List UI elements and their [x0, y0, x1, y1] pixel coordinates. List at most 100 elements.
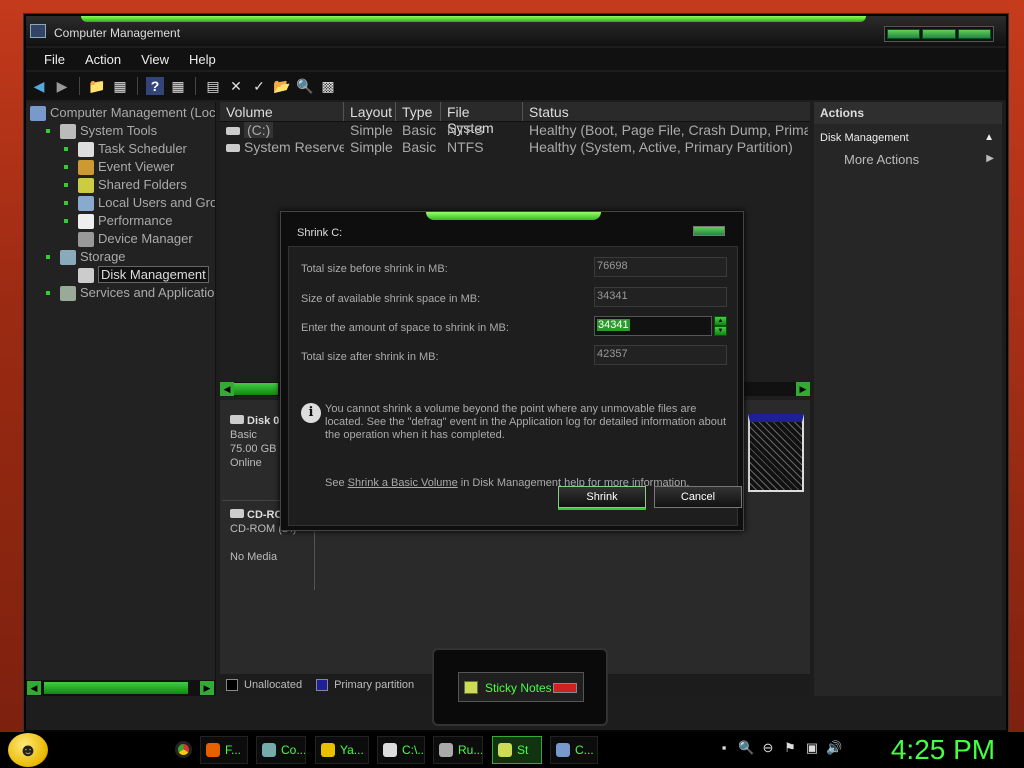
expand-bullet-icon[interactable] [64, 183, 68, 187]
language-icon[interactable]: ▪ [716, 740, 732, 756]
search-icon[interactable]: 🔍 [738, 740, 754, 756]
tree-item[interactable]: Disk Management [26, 266, 215, 284]
tree-item-label: Storage [80, 249, 126, 264]
close-preview-button[interactable] [553, 683, 577, 693]
system-reserved-partition[interactable] [748, 414, 804, 492]
menu-file[interactable]: File [34, 48, 75, 70]
help-icon[interactable]: ? [146, 77, 164, 95]
spin-up-icon[interactable]: ▲ [714, 316, 727, 326]
expand-bullet-icon[interactable] [46, 129, 50, 133]
shrink-help-link[interactable]: Shrink a Basic Volume [348, 477, 458, 489]
expand-bullet-icon[interactable] [46, 291, 50, 295]
table-cell: System Reserved [220, 139, 344, 156]
menu-view[interactable]: View [131, 48, 179, 70]
expand-bullet-icon[interactable] [64, 165, 68, 169]
more-actions[interactable]: More Actions ▶ [814, 144, 1002, 167]
table-row[interactable]: System Reserved Simple Basic NTFS Healthy (S… [220, 139, 810, 156]
expand-bullet-icon[interactable] [64, 219, 68, 223]
tree-item-label: Event Viewer [98, 159, 175, 174]
taskbar-button[interactable]: C:\... [377, 736, 425, 764]
taskbar-button[interactable]: Ru... [433, 736, 483, 764]
taskbar-button-label: St [517, 743, 529, 757]
sticky-notes-thumbnail[interactable]: Sticky Notes [458, 672, 584, 702]
menu-help[interactable]: Help [179, 48, 226, 70]
shrink-amount-label: Enter the amount of space to shrink in M… [301, 322, 509, 334]
expand-bullet-icon[interactable] [46, 255, 50, 259]
divider [314, 530, 315, 590]
spin-down-icon[interactable]: ▼ [714, 326, 727, 336]
taskbar-button[interactable]: Ya... [315, 736, 369, 764]
help-prefix: See [325, 477, 348, 489]
scroll-thumb[interactable] [44, 682, 188, 694]
properties-icon[interactable]: ▦ [169, 77, 187, 95]
cdrom-status: No Media [230, 551, 278, 563]
cdrom-icon [230, 509, 244, 518]
column-type[interactable]: Type [396, 102, 441, 121]
start-button[interactable]: ☻ [8, 733, 48, 767]
title-bar[interactable]: Computer Management [26, 16, 1006, 46]
column-file-system[interactable]: File System [441, 102, 523, 136]
scroll-thumb[interactable] [234, 383, 278, 395]
taskbar-button[interactable]: St [492, 736, 542, 764]
scroll-right-arrow-icon[interactable]: ▶ [796, 382, 810, 396]
actions-disk-management[interactable]: Disk Management ▲ [814, 124, 1002, 144]
table-row[interactable]: (C:) Simple Basic NTFS Healthy (Boot, Page F… [220, 122, 810, 139]
cancel-button[interactable]: Cancel [654, 486, 742, 508]
show-hide-tree-icon[interactable]: ▦ [111, 77, 129, 95]
back-arrow-icon[interactable]: ◀ [30, 77, 48, 95]
tree-item[interactable]: Storage [26, 248, 215, 266]
window-title: Computer Management [54, 26, 181, 40]
volume-icon[interactable]: 🔊 [826, 740, 842, 756]
shrink-button[interactable]: Shrink [558, 486, 646, 508]
flag-icon[interactable]: ⚑ [782, 740, 798, 756]
up-folder-icon[interactable]: 📁 [88, 77, 106, 95]
tree-item[interactable]: Local Users and Grou [26, 194, 215, 212]
clock[interactable]: 4:25 PM [868, 732, 1018, 768]
maximize-button[interactable] [922, 29, 956, 39]
expand-bullet-icon[interactable] [64, 201, 68, 205]
dialog-close-button[interactable] [693, 226, 725, 236]
taskbar-button[interactable]: C... [550, 736, 598, 764]
tree-item[interactable]: Computer Management (Loc [26, 104, 215, 122]
minimize-button[interactable] [887, 29, 921, 39]
forward-arrow-icon[interactable]: ▶ [53, 77, 71, 95]
tree-item[interactable]: Shared Folders [26, 176, 215, 194]
column-volume[interactable]: Volume [220, 102, 344, 121]
expand-bullet-icon[interactable] [64, 147, 68, 151]
check-icon[interactable]: ✓ [250, 77, 268, 95]
tree-item[interactable]: Event Viewer [26, 158, 215, 176]
tree-scrollbar[interactable]: ◀ ▶ [26, 680, 215, 696]
shrink-amount-input[interactable]: 34341 [594, 316, 712, 336]
computer-icon [262, 743, 276, 757]
minus-icon[interactable]: ⊖ [760, 740, 776, 756]
storage-icon [60, 250, 76, 266]
event-viewer-icon [78, 160, 94, 176]
connect-icon[interactable]: ▤ [204, 77, 222, 95]
settings-icon[interactable]: ▩ [319, 77, 337, 95]
shrink-amount-spinner[interactable]: ▲ ▼ [714, 316, 727, 336]
taskbar-button[interactable]: F... [200, 736, 248, 764]
search-icon[interactable]: 🔍 [296, 77, 314, 95]
scroll-right-arrow-icon[interactable]: ▶ [200, 681, 214, 695]
collapse-up-icon[interactable]: ▲ [984, 132, 994, 143]
scroll-left-arrow-icon[interactable]: ◀ [220, 382, 234, 396]
run-icon [439, 743, 453, 757]
toolbar-separator [195, 77, 196, 95]
tree-item[interactable]: Services and Application: [26, 284, 215, 302]
close-button[interactable] [957, 29, 991, 39]
tree-item[interactable]: Device Manager [26, 230, 215, 248]
column-status[interactable]: Status [523, 102, 808, 121]
delete-icon[interactable]: ✕ [227, 77, 245, 95]
open-folder-icon[interactable]: 📂 [273, 77, 291, 95]
tree-item[interactable]: Performance [26, 212, 215, 230]
taskbar-button[interactable]: Co... [256, 736, 306, 764]
scroll-left-arrow-icon[interactable]: ◀ [27, 681, 41, 695]
taskbar-button-label: Ru... [458, 743, 483, 757]
tree-item[interactable]: System Tools [26, 122, 215, 140]
system-tray: ▪ 🔍 ⊖ ⚑ ▣ 🔊 [716, 740, 843, 760]
menu-action[interactable]: Action [75, 48, 131, 70]
chrome-icon[interactable] [175, 741, 192, 758]
column-layout[interactable]: Layout [344, 102, 396, 121]
network-icon[interactable]: ▣ [804, 740, 820, 756]
tree-item[interactable]: Task Scheduler [26, 140, 215, 158]
